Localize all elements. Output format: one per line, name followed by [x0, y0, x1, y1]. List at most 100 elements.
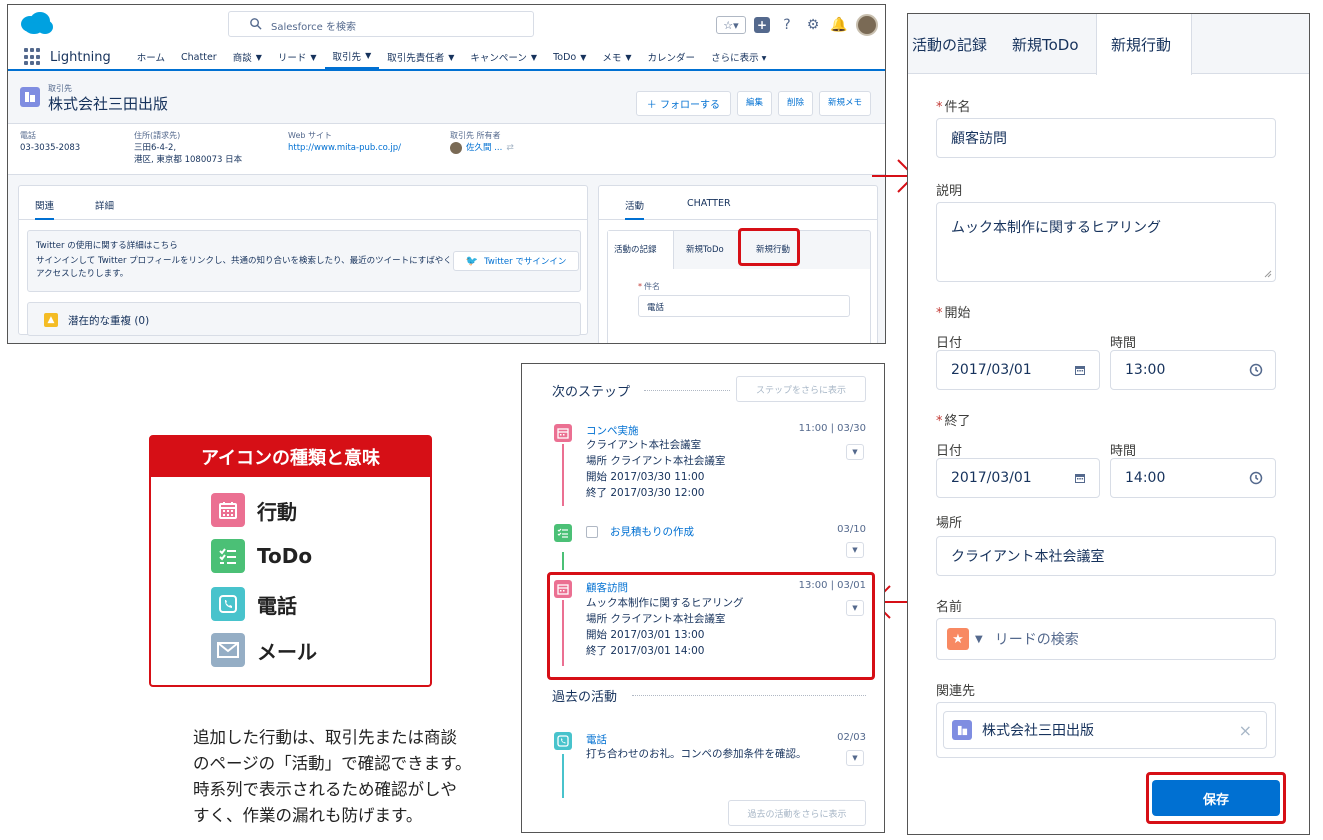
website-link[interactable]: http://www.mita-pub.co.jp/: [288, 142, 401, 154]
tab-details[interactable]: 詳細: [95, 198, 114, 212]
nav-item[interactable]: メモ ▼: [594, 44, 639, 70]
chevron-down-icon[interactable]: ▼: [625, 53, 631, 62]
lookup-type-chevron-icon[interactable]: ▼: [975, 634, 983, 645]
event1-menu-button[interactable]: ▼: [846, 444, 864, 460]
nav-item[interactable]: ホーム: [129, 44, 173, 70]
todo1-title[interactable]: お見積もりの作成: [610, 524, 694, 539]
tab-new-event[interactable]: 新規行動: [1111, 34, 1171, 55]
related-lookup-input[interactable]: 株式会社三田出版 ×: [936, 702, 1276, 758]
calendar-icon[interactable]: [1073, 363, 1087, 377]
more-steps-button[interactable]: ステップをさらに表示: [736, 376, 866, 402]
nav-item[interactable]: ToDo ▼: [545, 44, 594, 70]
app-launcher-icon[interactable]: [24, 48, 42, 66]
subject-input[interactable]: 顧客訪問: [936, 118, 1276, 158]
calendar-icon[interactable]: [1073, 471, 1087, 485]
todo1-menu-button[interactable]: ▼: [846, 542, 864, 558]
nav-item[interactable]: 商談 ▼: [225, 44, 270, 70]
nav-item[interactable]: 取引先 ▼: [324, 44, 380, 70]
chevron-down-icon[interactable]: ▼: [256, 53, 262, 62]
nav-item[interactable]: キャンペーン ▼: [462, 44, 545, 70]
nav-item-label: カレンダー: [647, 53, 696, 64]
event1-start: 開始 2017/03/30 11:00: [586, 471, 705, 483]
clock-icon[interactable]: [1249, 363, 1263, 377]
todo1-checkbox[interactable]: [586, 526, 598, 538]
caption-line: すく、作業の漏れも防げます。: [193, 806, 423, 825]
chevron-down-icon[interactable]: ▼: [365, 51, 371, 60]
related-tabs: 関連 詳細: [19, 186, 587, 220]
follow-button[interactable]: ＋ フォローする: [635, 91, 731, 116]
phone-icon: [211, 587, 245, 621]
save-button-highlight: [1146, 772, 1286, 824]
salesforce-cloud-icon[interactable]: [18, 11, 54, 35]
call1-date: 02/03: [837, 732, 866, 743]
bell-icon[interactable]: 🔔: [830, 16, 848, 34]
description-textarea[interactable]: ムック本制作に関するヒアリング: [936, 202, 1276, 282]
call1-menu-button[interactable]: ▼: [846, 750, 864, 766]
tab-log-activity[interactable]: 活動の記録: [912, 34, 987, 55]
legend-item-todo: ToDo: [211, 539, 312, 573]
favorites-star-icon[interactable]: ☆▾: [716, 16, 746, 34]
resize-handle-icon[interactable]: [1264, 270, 1272, 278]
delete-button[interactable]: 削除: [777, 91, 813, 116]
phone-icon: [554, 732, 572, 750]
tab-new-todo[interactable]: 新規ToDo: [686, 243, 724, 255]
call1-title[interactable]: 電話: [586, 732, 607, 747]
phone-value[interactable]: 03-3035-2083: [20, 142, 80, 154]
website-field: Web サイト http://www.mita-pub.co.jp/: [288, 130, 401, 154]
chevron-down-icon[interactable]: ▼: [448, 53, 454, 62]
lead-icon: ★: [947, 628, 969, 650]
record-name: 株式会社三田出版: [48, 95, 169, 113]
end-time-input[interactable]: 14:00: [1110, 458, 1276, 498]
tab-log-activity[interactable]: 活動の記録: [614, 243, 657, 255]
caption-line: 時系列で表示されるため確認がしや: [193, 780, 457, 799]
phone-label: 電話: [20, 131, 36, 140]
change-owner-icon[interactable]: ⇄: [506, 142, 514, 154]
event1-details: クライアント本社会議室 場所 クライアント本社会議室 開始 2017/03/30…: [586, 437, 725, 501]
nav-item[interactable]: カレンダー: [640, 44, 704, 70]
twitter-title[interactable]: Twitter の使用に関する詳細はこちら: [36, 239, 178, 251]
user-avatar[interactable]: [856, 14, 878, 36]
nav-items: ホーム Chatter 商談 ▼ リード ▼ 取引先 ▼ 取引先責任者 ▼ キャンペーン ▼ ToDo ▼…: [129, 44, 775, 70]
legend-label-todo: ToDo: [257, 544, 313, 568]
owner-link[interactable]: 佐久間 ...: [466, 142, 502, 154]
salesforce-account-screen: Salesforce を検索 ☆▾ + ? ⚙ 🔔 Lightning ホーム C…: [7, 4, 886, 344]
edit-button[interactable]: 編集: [736, 91, 772, 116]
header-tools: ☆▾ + ? ⚙ 🔔: [716, 14, 878, 36]
owner-label: 取引先 所有者: [450, 131, 501, 140]
nav-item[interactable]: リード ▼: [270, 44, 325, 70]
chevron-down-icon[interactable]: ▼: [580, 53, 586, 62]
close-icon[interactable]: ×: [1239, 721, 1252, 740]
start-time-input[interactable]: 13:00: [1110, 350, 1276, 390]
end-time-label: 時間: [1110, 444, 1137, 459]
chevron-down-icon[interactable]: ▼: [310, 53, 316, 62]
help-icon[interactable]: ?: [778, 16, 796, 34]
tab-related[interactable]: 関連: [35, 198, 55, 220]
location-label: 場所: [936, 516, 963, 531]
start-date-input[interactable]: 2017/03/01: [936, 350, 1100, 390]
twitter-signin-button[interactable]: 🐦 Twitter でサインイン: [453, 251, 579, 271]
timeline-line: [562, 552, 564, 570]
twitter-card: Twitter の使用に関する詳細はこちら サインインして Twitter プロ…: [27, 230, 581, 292]
global-create-icon[interactable]: +: [754, 17, 770, 33]
more-past-activity-button[interactable]: 過去の活動をさらに表示: [728, 800, 866, 826]
gear-icon[interactable]: ⚙: [804, 16, 822, 34]
name-lookup-input[interactable]: ★ ▼ リードの検索: [936, 618, 1276, 660]
tab-new-todo[interactable]: 新規ToDo: [1012, 34, 1079, 55]
event1-title[interactable]: コンペ実施: [586, 423, 639, 438]
global-search-input[interactable]: Salesforce を検索: [228, 11, 534, 37]
tab-chatter[interactable]: CHATTER: [687, 198, 731, 209]
nav-item[interactable]: さらに表示 ▾: [703, 44, 774, 70]
mini-subject-input[interactable]: 電話: [638, 295, 850, 317]
location-input[interactable]: クライアント本社会議室: [936, 536, 1276, 576]
owner-field: 取引先 所有者 佐久間 ... ⇄: [450, 130, 514, 154]
nav-item[interactable]: 取引先責任者 ▼: [379, 44, 462, 70]
tab-activity[interactable]: 活動: [625, 198, 645, 220]
duplicates-card[interactable]: ▲ 潜在的な重複 (0): [27, 302, 581, 336]
new-event-highlight: [547, 572, 875, 680]
chevron-down-icon[interactable]: ▼: [531, 53, 537, 62]
end-date-input[interactable]: 2017/03/01: [936, 458, 1100, 498]
related-pill[interactable]: 株式会社三田出版 ×: [943, 711, 1267, 749]
clock-icon[interactable]: [1249, 471, 1263, 485]
new-note-button[interactable]: 新規メモ: [818, 91, 871, 116]
nav-item[interactable]: Chatter: [173, 44, 225, 70]
